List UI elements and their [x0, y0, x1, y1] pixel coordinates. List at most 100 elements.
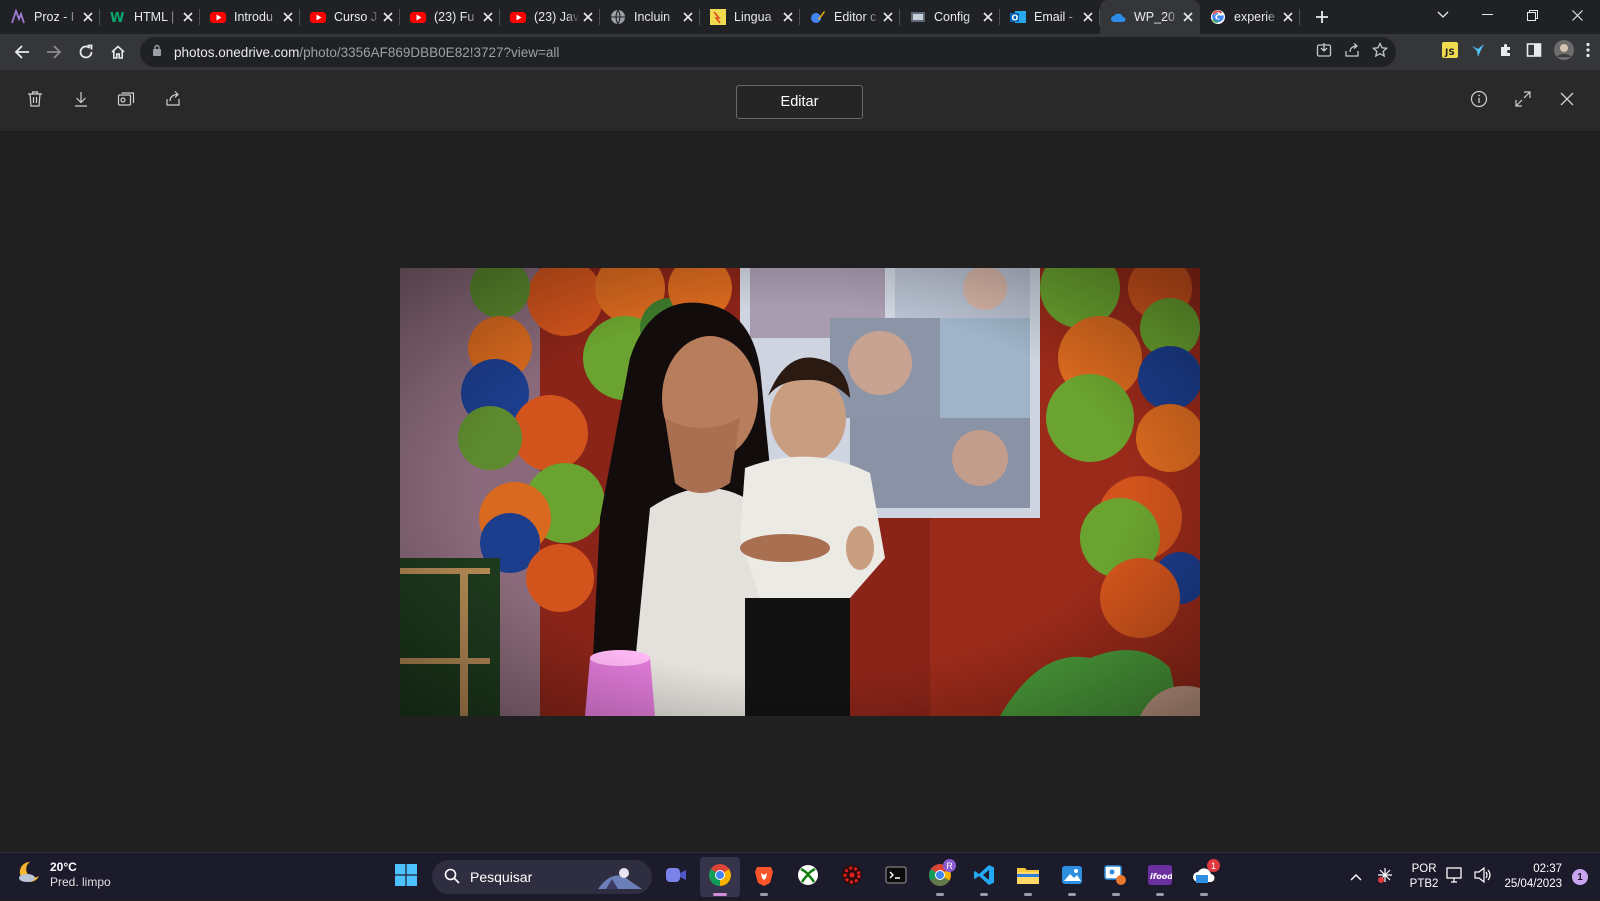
ifood-icon: ifood — [1148, 864, 1173, 890]
taskbar-search[interactable]: Pesquisar — [432, 860, 652, 894]
reload-button[interactable] — [70, 36, 102, 68]
display-network-icon[interactable] — [1446, 866, 1464, 888]
start-button[interactable] — [386, 857, 426, 897]
tab-title: Introdu — [234, 10, 273, 24]
tab-close-icon[interactable] — [380, 9, 396, 25]
tab-title: Config — [934, 10, 971, 24]
tab-search-icon[interactable] — [1420, 0, 1465, 30]
browser-tab[interactable]: O Email - — [1000, 0, 1100, 34]
lock-icon[interactable] — [152, 43, 162, 61]
tab-close-icon[interactable] — [80, 9, 96, 25]
chrome-menu-icon[interactable] — [1586, 42, 1590, 63]
taskbar-app-photos[interactable] — [1052, 857, 1092, 897]
tab-close-icon[interactable] — [180, 9, 196, 25]
search-placeholder: Pesquisar — [470, 869, 533, 885]
edit-button[interactable]: Editar — [736, 85, 863, 119]
tab-title: HTML | — [134, 10, 175, 24]
minimize-button[interactable] — [1465, 0, 1510, 30]
chrome-icon — [708, 863, 732, 892]
profile-avatar[interactable] — [1554, 39, 1574, 65]
restore-button[interactable] — [1510, 0, 1555, 30]
address-bar[interactable]: photos.onedrive.com/photo/3356AF869DBB0E… — [140, 37, 1396, 67]
svg-text:O: O — [1012, 14, 1019, 23]
tab-title: Editor c — [834, 10, 877, 24]
chevron-up-icon[interactable] — [1350, 868, 1362, 886]
tab-close-icon[interactable] — [1180, 9, 1196, 25]
taskbar-app-vscode[interactable] — [964, 857, 1004, 897]
youtube-icon — [510, 9, 526, 25]
fullscreen-icon[interactable] — [1512, 88, 1534, 110]
language-code: POR — [1411, 863, 1437, 875]
back-button[interactable] — [6, 36, 38, 68]
browser-tab[interactable]: (23) Jav — [500, 0, 600, 34]
extensions-puzzle-icon[interactable] — [1498, 42, 1514, 63]
browser-tab[interactable]: experie — [1200, 0, 1300, 34]
download-icon[interactable] — [70, 88, 92, 110]
clock[interactable]: 02:37 25/04/2023 — [1504, 862, 1562, 892]
taskbar-app-chrome[interactable] — [700, 857, 740, 897]
browser-tab[interactable]: W HTML | — [100, 0, 200, 34]
close-window-button[interactable] — [1555, 0, 1600, 30]
tab-close-icon[interactable] — [280, 9, 296, 25]
new-tab-button[interactable] — [1308, 3, 1336, 31]
tab-close-icon[interactable] — [980, 9, 996, 25]
close-viewer-icon[interactable] — [1556, 88, 1578, 110]
config-icon — [910, 9, 926, 25]
taskbar-app-teams[interactable] — [656, 857, 696, 897]
browser-tab[interactable]: Curso J — [300, 0, 400, 34]
install-app-icon[interactable] — [1316, 42, 1332, 63]
browser-tab[interactable]: Proz - I — [0, 0, 100, 34]
snipping-tool-icon — [1104, 864, 1128, 891]
network-share-icon[interactable] — [1376, 866, 1394, 889]
bookmark-star-icon[interactable] — [1371, 41, 1389, 63]
url-text[interactable]: photos.onedrive.com/photo/3356AF869DBB0E… — [174, 45, 559, 60]
taskbar-app-terminal[interactable] — [876, 857, 916, 897]
taskbar-app-xbox[interactable] — [788, 857, 828, 897]
youtube-icon — [410, 9, 426, 25]
browser-tab[interactable]: Incluin — [600, 0, 700, 34]
youtube-icon — [210, 9, 226, 25]
browser-tab[interactable]: Editor c — [800, 0, 900, 34]
volume-icon[interactable] — [1474, 866, 1492, 888]
browser-tab[interactable]: Config — [900, 0, 1000, 34]
side-panel-icon[interactable] — [1526, 42, 1542, 63]
photo-viewer-command-bar: Editar — [0, 70, 1600, 132]
video-chat-icon — [665, 864, 687, 891]
taskbar-app-mail[interactable]: 1 — [1184, 857, 1224, 897]
language-indicator[interactable]: POR PTB2 — [1410, 862, 1439, 892]
browser-tab[interactable]: (23) Fu — [400, 0, 500, 34]
tab-title: (23) Fu — [434, 10, 475, 24]
tab-close-icon[interactable] — [580, 9, 596, 25]
add-to-album-icon[interactable] — [116, 88, 138, 110]
tab-close-icon[interactable] — [780, 9, 796, 25]
taskbar-app-chrome-profile[interactable]: R — [920, 857, 960, 897]
photo-image[interactable] — [400, 268, 1200, 716]
tab-close-icon[interactable] — [480, 9, 496, 25]
taskbar-app-snipping[interactable] — [1096, 857, 1136, 897]
home-button[interactable] — [102, 36, 134, 68]
share-icon[interactable] — [1344, 42, 1360, 63]
tab-close-icon[interactable] — [880, 9, 896, 25]
taskbar-app-davinci[interactable] — [832, 857, 872, 897]
hummingbird-extension-icon[interactable] — [1470, 42, 1486, 63]
js-extension-icon[interactable]: JS — [1442, 41, 1458, 63]
taskbar-app-brave[interactable] — [744, 857, 784, 897]
delete-icon[interactable] — [24, 88, 46, 110]
forward-button[interactable] — [38, 36, 70, 68]
onedrive-icon — [1110, 9, 1126, 25]
tab-title: Lingua — [734, 10, 772, 24]
info-icon[interactable] — [1468, 88, 1490, 110]
tab-close-icon[interactable] — [1080, 9, 1096, 25]
taskbar-app-file-explorer[interactable] — [1008, 857, 1048, 897]
taskbar-app-ifood[interactable]: ifood — [1140, 857, 1180, 897]
tab-close-icon[interactable] — [680, 9, 696, 25]
browser-tab[interactable]: WP_20 — [1100, 0, 1200, 34]
browser-tab[interactable]: Lingua — [700, 0, 800, 34]
weather-temperature: 20°C — [50, 859, 77, 874]
tab-close-icon[interactable] — [1280, 9, 1296, 25]
browser-tab[interactable]: Introdu — [200, 0, 300, 34]
notification-badge[interactable]: 1 — [1572, 869, 1588, 885]
weather-widget[interactable]: 20°C Pred. limpo — [16, 859, 111, 890]
share-photo-icon[interactable] — [162, 88, 184, 110]
brave-lion-icon — [753, 864, 775, 891]
